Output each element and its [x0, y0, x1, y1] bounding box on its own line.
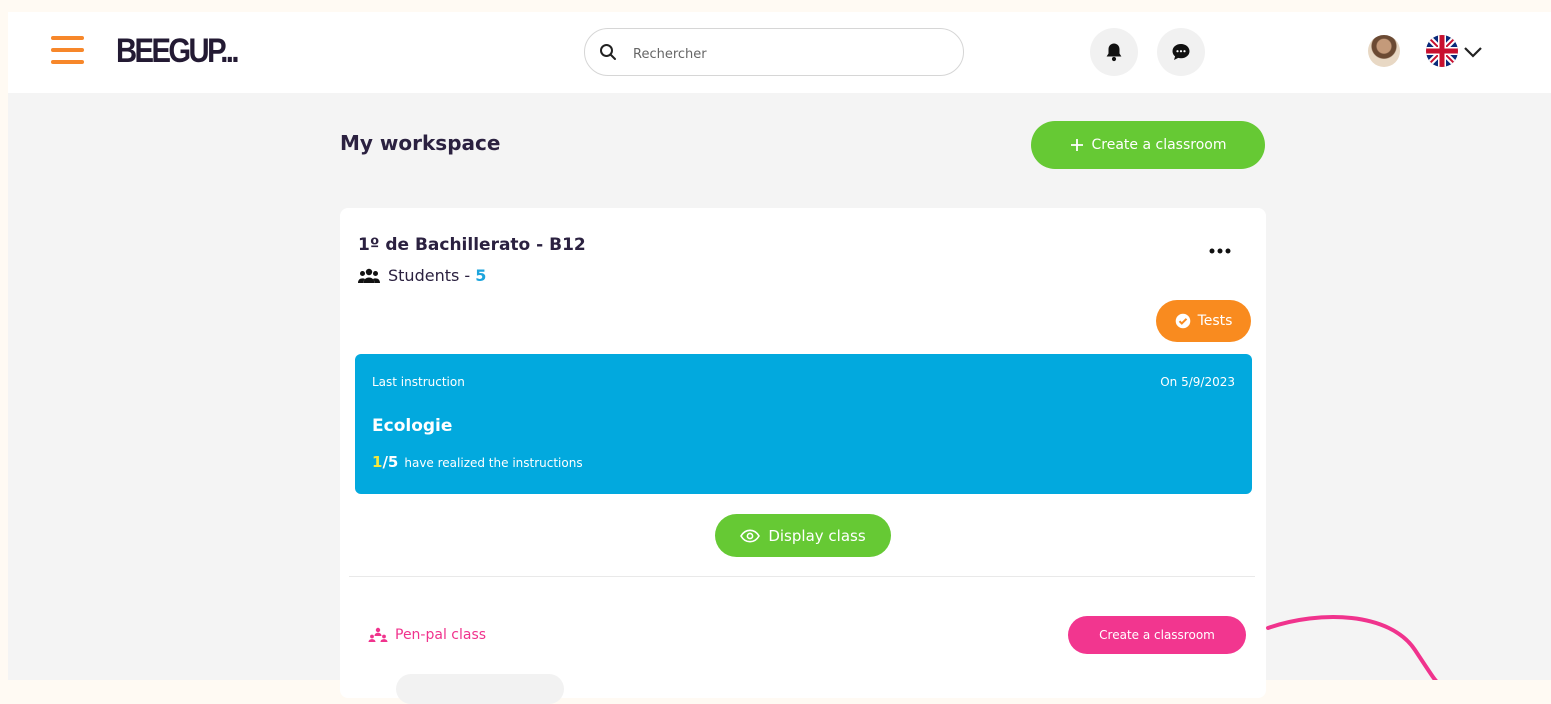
penpal-group-icon — [368, 627, 388, 642]
tests-button[interactable]: Tests — [1156, 300, 1251, 342]
tab-chip[interactable] — [396, 674, 564, 704]
progress-text: have realized the instructions — [404, 456, 583, 470]
annotation-arrow — [1266, 615, 1438, 680]
uk-flag-icon[interactable] — [1426, 35, 1458, 67]
last-instruction-date: On 5/9/2023 — [1160, 375, 1235, 389]
messages-button[interactable] — [1157, 28, 1205, 76]
menu-icon[interactable] — [51, 35, 84, 65]
display-class-label: Display class — [768, 526, 866, 545]
search-icon — [600, 44, 616, 60]
last-instruction-label: Last instruction — [372, 375, 465, 389]
progress-done: 1 — [372, 453, 383, 471]
eye-icon — [740, 528, 761, 543]
more-options-icon[interactable] — [1205, 241, 1235, 261]
page-title: My workspace — [340, 131, 501, 155]
students-label: Students - — [388, 266, 471, 285]
logo[interactable]: BEEGUP... — [116, 28, 239, 74]
search-box[interactable] — [584, 28, 964, 76]
instruction-progress: 1/5 have realized the instructions — [372, 453, 583, 471]
create-classroom-label: Create a classroom — [1091, 137, 1227, 153]
display-class-button[interactable]: Display class — [715, 514, 891, 557]
chat-icon — [1172, 44, 1190, 60]
classroom-card: 1º de Bachillerato - B12 Students - 5 Te… — [340, 208, 1266, 704]
create-classroom-button[interactable]: Create a classroom — [1031, 121, 1265, 169]
tests-label: Tests — [1197, 313, 1233, 329]
penpal-create-classroom-button[interactable]: Create a classroom — [1068, 616, 1246, 654]
penpal-class-link[interactable]: Pen-pal class — [368, 627, 486, 643]
verified-badge-icon — [1175, 313, 1190, 329]
bell-icon — [1106, 43, 1122, 62]
students-icon — [358, 268, 380, 283]
top-bar: BEEGUP... — [8, 12, 1551, 93]
students-info: Students - 5 — [358, 266, 486, 285]
instruction-title: Ecologie — [372, 416, 453, 436]
class-name: 1º de Bachillerato - B12 — [358, 235, 586, 255]
penpal-label: Pen-pal class — [395, 627, 487, 643]
last-instruction-panel[interactable]: Last instruction On 5/9/2023 Ecologie 1/… — [355, 354, 1252, 494]
notifications-button[interactable] — [1090, 28, 1138, 76]
divider — [349, 576, 1255, 577]
progress-total: /5 — [382, 453, 399, 471]
avatar[interactable] — [1368, 35, 1400, 67]
students-count: 5 — [475, 266, 487, 285]
search-input[interactable] — [631, 41, 935, 67]
chevron-down-icon[interactable] — [1463, 45, 1483, 59]
plus-icon — [1070, 139, 1083, 151]
